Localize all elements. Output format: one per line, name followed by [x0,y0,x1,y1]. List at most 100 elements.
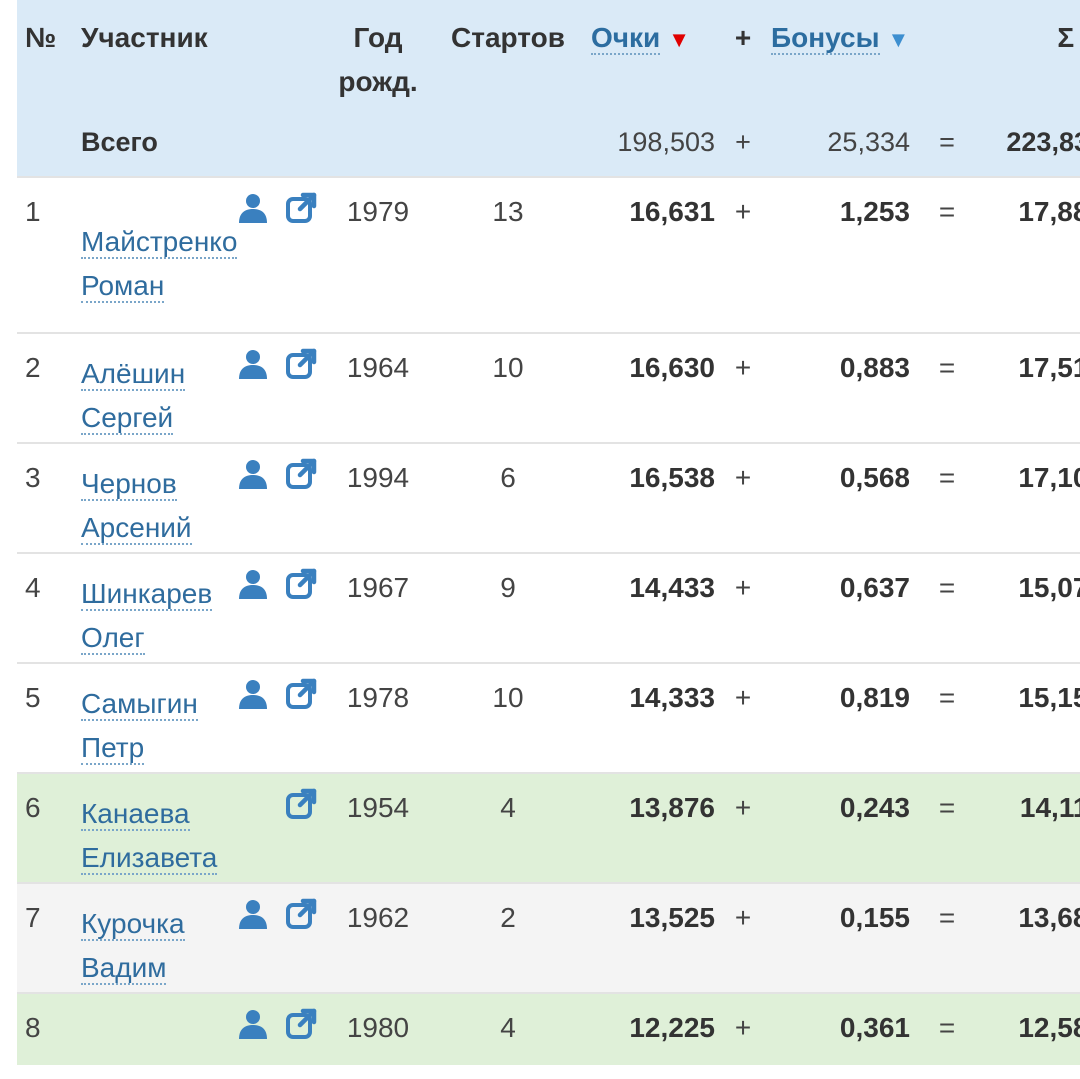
external-link-icon[interactable] [285,678,317,717]
table-row: 7Курочка Вадим 1962213,525+0,155=13,680 [17,882,1080,993]
total-plus: + [723,108,763,177]
plus-sign: + [723,552,763,663]
starts-count: 4 [433,992,583,1065]
participant-name: Шинкарев Олег [81,572,261,660]
row-num: 4 [17,552,73,663]
header-points-label[interactable]: Очки [591,22,661,55]
participant-name-link[interactable]: Чернов [81,468,177,501]
header-row: № Участник Год рожд. Стартов Очки ▼ + Бон… [17,0,1080,108]
row-num: 6 [17,772,73,883]
user-icon[interactable] [237,568,269,607]
sum-value: 15,070 [976,552,1080,663]
user-icon[interactable] [237,898,269,937]
participant-cell: Чернов Арсений [73,442,323,553]
user-icon[interactable] [237,1008,269,1047]
plus-sign: + [723,442,763,553]
equals-sign: = [918,442,976,553]
participant-name-link[interactable]: Алёшин [81,358,186,391]
sum-value: 17,884 [976,176,1080,333]
row-icons [237,898,317,937]
participant-name-link[interactable]: Олег [81,622,145,655]
external-link-icon[interactable] [285,348,317,387]
header-bonuses-sort[interactable]: Бонусы ▼ [763,0,918,108]
equals-sign: = [918,992,976,1065]
user-icon[interactable] [237,348,269,387]
sum-value: 13,680 [976,882,1080,993]
sort-desc-blue-icon: ▼ [887,27,910,52]
participant-name: Майстренко Роман [81,196,261,308]
row-icons [237,1008,317,1047]
sum-value: 17,513 [976,332,1080,443]
starts-count: 10 [433,332,583,443]
birth-year: 1994 [323,442,433,553]
participant-name-link[interactable]: Арсений [81,512,192,545]
starts-count: 6 [433,442,583,553]
external-link-icon[interactable] [285,568,317,607]
participant-name: Курочка Вадим [81,902,261,990]
external-link-icon[interactable] [285,898,317,937]
participant-name-link[interactable]: Роман [81,270,165,303]
sort-desc-red-icon: ▼ [668,27,691,52]
plus-sign: + [723,332,763,443]
sum-value: 14,119 [976,772,1080,883]
row-icons [285,788,317,827]
header-participant: Участник [73,0,323,108]
external-link-icon[interactable] [285,1008,317,1047]
equals-sign: = [918,772,976,883]
equals-sign: = [918,552,976,663]
participant-name-link[interactable]: Самыгин [81,688,198,721]
bonus-value: 0,243 [763,772,918,883]
starts-count: 9 [433,552,583,663]
plus-sign: + [723,992,763,1065]
birth-year: 1980 [323,992,433,1065]
row-icons [237,458,317,497]
results-table: № Участник Год рожд. Стартов Очки ▼ + Бон… [17,0,1080,1065]
participant-name-link[interactable]: Канаева [81,798,190,831]
total-bonuses: 25,334 [763,108,918,177]
header-starts: Стартов [433,0,583,108]
row-icons [237,348,317,387]
participant-name-link[interactable]: Сергей [81,402,174,435]
total-starts-blank [433,108,583,177]
bonus-value: 0,637 [763,552,918,663]
table-row: 8 1980412,225+0,361=12,586 [17,992,1080,1065]
results-table-container: № Участник Год рожд. Стартов Очки ▼ + Бон… [17,0,1080,1065]
participant-name-link[interactable]: Петр [81,732,145,765]
row-num: 2 [17,332,73,443]
participant-cell: Шинкарев Олег [73,552,323,663]
header-year: Год рожд. [323,0,433,108]
total-eq: = [918,108,976,177]
header-sum-label[interactable]: Σ [1057,22,1074,53]
total-points: 198,503 [583,108,723,177]
header-plus: + [723,0,763,108]
starts-count: 10 [433,662,583,773]
bonus-value: 0,819 [763,662,918,773]
header-sum-sort[interactable]: Σ▼ [976,0,1080,108]
participant-name-link[interactable]: Вадим [81,952,167,985]
row-icons [237,678,317,717]
external-link-icon[interactable] [285,788,317,827]
participant-name-link[interactable]: Курочка [81,908,185,941]
table-row: 2Алёшин Сергей 19641016,630+0,883=17,513 [17,332,1080,443]
participant-name-link[interactable]: Майстренко [81,226,238,259]
header-points-sort[interactable]: Очки ▼ [583,0,723,108]
user-icon[interactable] [237,192,269,231]
table-row: 4Шинкарев Олег 1967914,433+0,637=15,070 [17,552,1080,663]
row-num: 3 [17,442,73,553]
total-row: Всего 198,503 + 25,334 = 223,837 [17,108,1080,177]
total-sum: 223,837 [976,108,1080,177]
participant-name: Самыгин Петр [81,682,261,770]
external-link-icon[interactable] [285,458,317,497]
external-link-icon[interactable] [285,192,317,231]
sum-value: 17,106 [976,442,1080,553]
participant-name-link[interactable]: Шинкарев [81,578,213,611]
header-num: № [17,0,73,108]
header-bonuses-label[interactable]: Бонусы [771,22,880,55]
sum-value: 12,586 [976,992,1080,1065]
user-icon[interactable] [237,678,269,717]
participant-name-link[interactable]: Елизавета [81,842,218,875]
bonus-value: 0,155 [763,882,918,993]
plus-sign: + [723,882,763,993]
points-value: 16,630 [583,332,723,443]
user-icon[interactable] [237,458,269,497]
